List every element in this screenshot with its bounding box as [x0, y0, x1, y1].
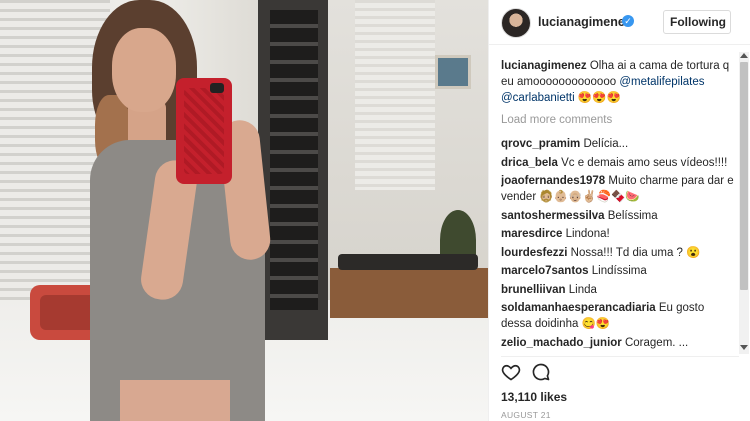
comment-username[interactable]: qrovc_pramim	[501, 138, 580, 150]
post-sidebar: lucianagimenez ✓ Following lucianagimene…	[488, 0, 750, 421]
comment: drica_bela Vc e demais amo seus vídeos!!…	[501, 155, 737, 171]
face	[112, 28, 176, 112]
post-photo[interactable]	[0, 0, 488, 421]
comment-text: Nossa!!! Td dia uma ? 😮	[567, 246, 701, 259]
red-phone-case	[176, 78, 232, 184]
comment-text: Lindona!	[562, 228, 610, 240]
comment-username[interactable]: marcelo7santos	[501, 265, 589, 277]
comment: brunelliivan Linda	[501, 282, 737, 298]
caption-emoji: 😍😍😍	[574, 92, 621, 104]
verified-badge-icon: ✓	[622, 15, 634, 27]
instagram-post: lucianagimenez ✓ Following lucianagimene…	[0, 0, 750, 421]
header-username[interactable]: lucianagimenez	[538, 15, 631, 29]
comment-username[interactable]: lourdesfezzi	[501, 247, 567, 259]
comment-text: Vc e demais amo seus vídeos!!!!	[557, 156, 728, 169]
comment: santoshermessilva Belíssima	[501, 208, 737, 224]
comments-list[interactable]: lucianagimenez Olha ai a cama de tortura…	[501, 58, 737, 354]
wall-picture	[435, 55, 471, 89]
post-date[interactable]: AUGUST 21	[501, 410, 551, 420]
comment-username[interactable]: brunelliivan	[501, 284, 566, 296]
caption-username[interactable]: lucianagimenez	[501, 60, 587, 72]
comment-username[interactable]: maresdirce	[501, 228, 562, 240]
scroll-up-arrow-icon[interactable]	[740, 53, 748, 58]
comment: lourdesfezzi Nossa!!! Td dia uma ? 😮	[501, 245, 737, 261]
post-header: lucianagimenez ✓ Following	[489, 0, 750, 45]
comment: soldamanhaesperancadiaria Eu gosto dessa…	[501, 300, 737, 332]
comment-username[interactable]: joaofernandes1978	[501, 175, 605, 187]
comment: maresdirce Lindona!	[501, 226, 737, 242]
comment: zelio_machado_junior Coragem. ...	[501, 335, 737, 351]
caption: lucianagimenez Olha ai a cama de tortura…	[501, 58, 737, 106]
pilates-tower	[270, 10, 318, 310]
comment-username[interactable]: santoshermessilva	[501, 210, 605, 222]
comment-icon[interactable]	[531, 362, 551, 382]
pilates-reformer	[330, 254, 488, 318]
comment-text: Lindíssima	[588, 265, 647, 277]
mention-link[interactable]: @carlabanietti	[501, 92, 575, 104]
back-window	[355, 0, 435, 190]
legs	[120, 380, 230, 421]
scroll-down-arrow-icon[interactable]	[740, 345, 748, 350]
comment-text: Linda	[565, 283, 597, 296]
avatar[interactable]	[501, 8, 531, 38]
comment: qrovc_pramim Delícia...	[501, 136, 737, 152]
comment-username[interactable]: drica_bela	[501, 157, 558, 169]
comment: joaofernandes1978 Muito charme para dar …	[501, 173, 737, 205]
comment-username[interactable]: zelio_machado_junior	[501, 337, 622, 349]
following-button[interactable]: Following	[663, 10, 731, 34]
comment-text: Belíssima	[604, 209, 658, 222]
likes-count[interactable]: 13,110 likes	[501, 390, 567, 404]
comment-text: Delícia...	[580, 138, 629, 150]
heart-icon[interactable]	[501, 362, 521, 382]
mention-link[interactable]: @metalifepilates	[619, 76, 704, 88]
divider	[501, 356, 739, 357]
comment-username[interactable]: soldamanhaesperancadiaria	[501, 302, 656, 314]
scrollbar-thumb[interactable]	[740, 62, 748, 290]
load-more-comments[interactable]: Load more comments	[501, 112, 737, 128]
comment-text: Coragem. ...	[621, 336, 689, 349]
comment: marcelo7santos Lindíssima	[501, 263, 737, 279]
